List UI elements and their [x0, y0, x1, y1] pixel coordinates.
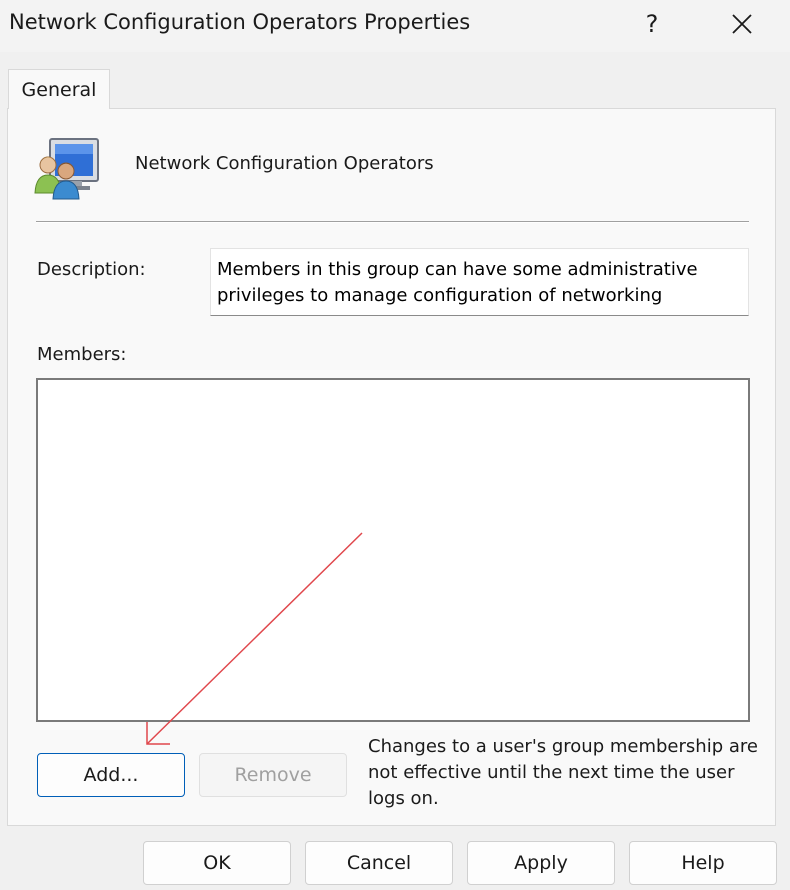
description-field[interactable]: Members in this group can have some admi…	[210, 248, 749, 316]
ok-button[interactable]: OK	[143, 841, 291, 885]
members-list[interactable]	[36, 378, 750, 722]
window-title: Network Configuration Operators Properti…	[9, 10, 471, 34]
description-label: Description:	[37, 259, 146, 280]
add-button[interactable]: Add...	[37, 753, 185, 797]
membership-note: Changes to a user's group membership are…	[368, 736, 758, 809]
members-label: Members:	[37, 344, 127, 365]
remove-button[interactable]: Remove	[199, 753, 347, 797]
separator	[36, 221, 749, 223]
title-bar: Network Configuration Operators Properti…	[0, 0, 790, 52]
close-icon	[732, 14, 752, 34]
cancel-button[interactable]: Cancel	[305, 841, 453, 885]
help-button[interactable]: ?	[624, 0, 680, 48]
close-button[interactable]	[714, 0, 770, 48]
tab-general[interactable]: General	[8, 69, 110, 109]
apply-button[interactable]: Apply	[467, 841, 615, 885]
user-group-icon	[34, 135, 100, 201]
help-dialog-button[interactable]: Help	[629, 841, 777, 885]
group-name: Network Configuration Operators	[135, 153, 434, 174]
